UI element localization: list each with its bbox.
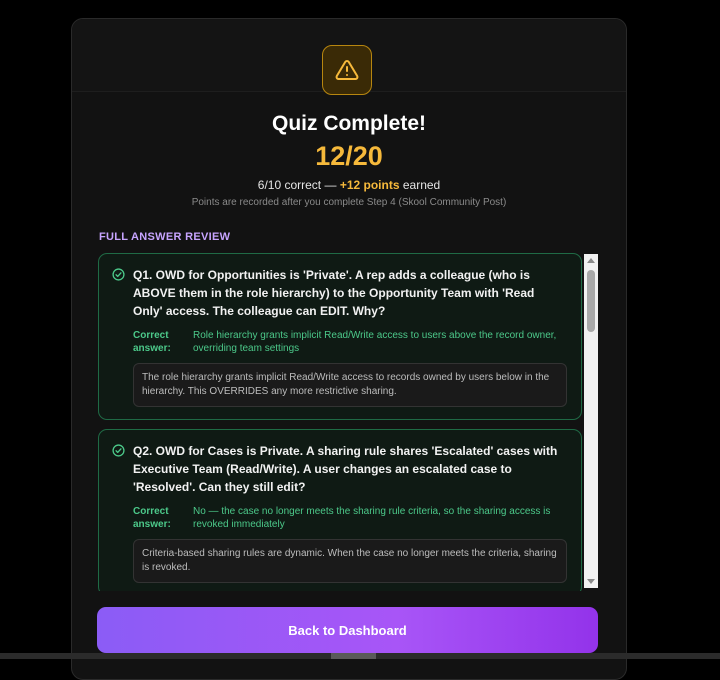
summary-correct: 6/10 correct — <box>257 178 337 192</box>
correct-answer-label: Correct answer: <box>133 330 171 354</box>
explanation-box: Criteria-based sharing rules are dynamic… <box>133 539 567 583</box>
scroll-up-arrow-icon[interactable] <box>587 258 595 263</box>
window-bottom-strip <box>0 653 720 659</box>
horizontal-scroll-thumb[interactable] <box>331 653 376 659</box>
question-card: Q1. OWD for Opportunities is 'Private'. … <box>98 253 582 420</box>
check-circle-icon <box>112 444 125 457</box>
correct-answer-label: Correct answer: <box>133 506 171 530</box>
scroll-thumb[interactable] <box>587 270 595 332</box>
page-title: Quiz Complete! <box>271 112 426 135</box>
correct-answer-row: Correct answer: No — the case no longer … <box>133 505 567 531</box>
answer-review-list[interactable]: Q1. OWD for Opportunities is 'Private'. … <box>98 253 584 591</box>
explanation-box: The role hierarchy grants implicit Read/… <box>133 363 567 407</box>
question-text: Q2. OWD for Cases is Private. A sharing … <box>133 444 558 494</box>
warning-triangle-icon <box>335 59 359 80</box>
correct-answer-row: Correct answer: Role hierarchy grants im… <box>133 329 567 355</box>
question-text: Q1. OWD for Opportunities is 'Private'. … <box>133 268 535 318</box>
back-to-dashboard-button[interactable]: Back to Dashboard <box>97 607 598 653</box>
correct-answer-text: No — the case no longer meets the sharin… <box>193 506 551 530</box>
points-note: Points are recorded after you complete S… <box>191 197 507 208</box>
review-heading: FULL ANSWER REVIEW <box>99 231 231 243</box>
summary-points: +12 points <box>339 178 400 192</box>
scroll-down-arrow-icon[interactable] <box>587 579 595 584</box>
score-summary: 6/10 correct — +12 points earned <box>72 178 626 192</box>
question-card: Q2. OWD for Cases is Private. A sharing … <box>98 429 582 591</box>
quiz-results-card: Quiz Complete! 12/20 6/10 correct — +12 … <box>71 18 627 680</box>
warning-badge <box>322 45 372 95</box>
check-circle-icon <box>112 268 125 281</box>
score-display: 12/20 <box>315 141 383 171</box>
correct-answer-text: Role hierarchy grants implicit Read/Writ… <box>193 330 557 354</box>
summary-earned: earned <box>402 178 441 192</box>
review-scrollbar[interactable] <box>584 254 598 588</box>
